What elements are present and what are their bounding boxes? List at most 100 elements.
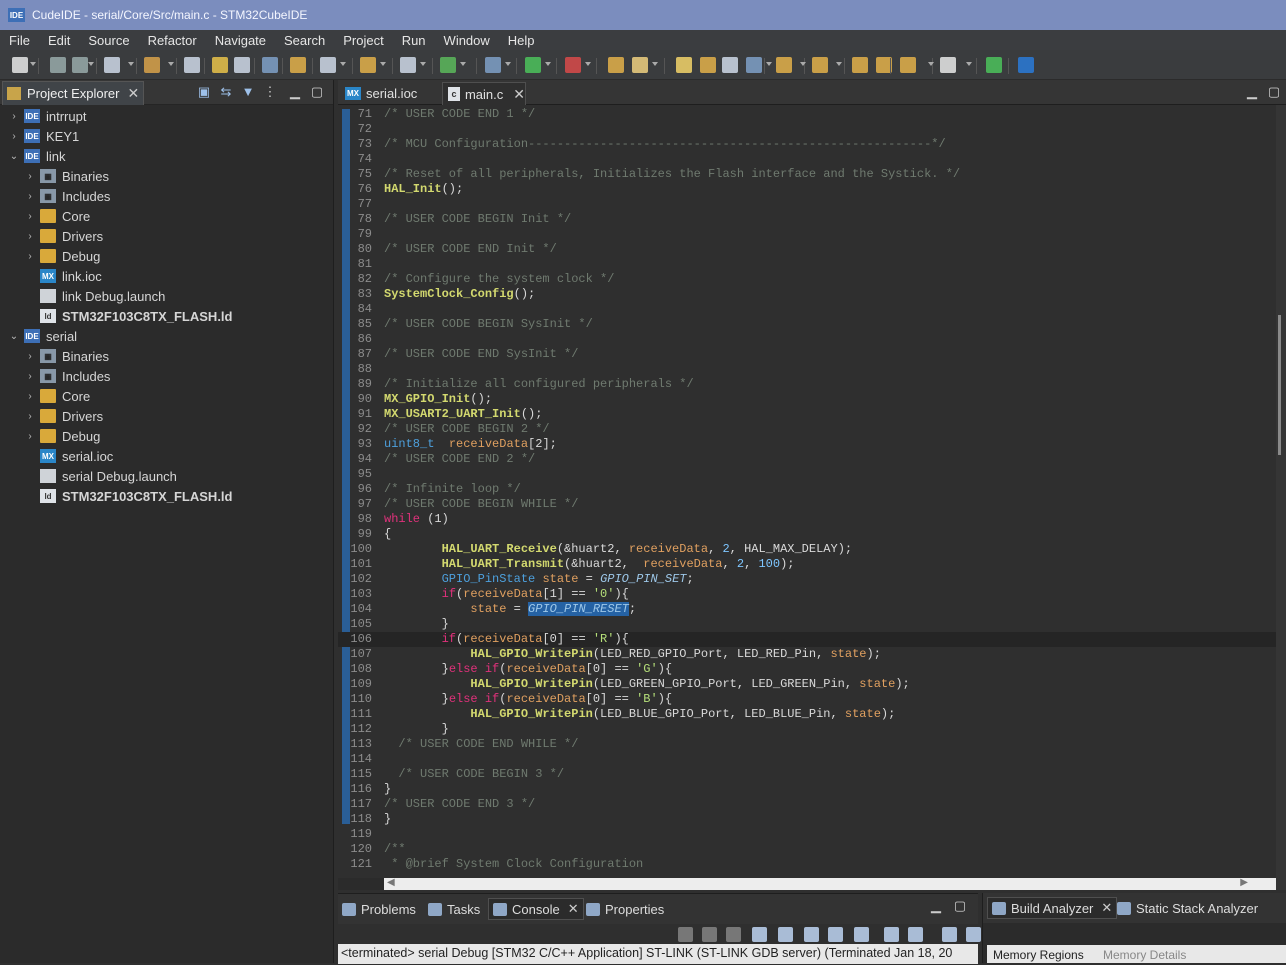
next-annotation-icon[interactable] [776, 57, 792, 73]
chevron-down-icon[interactable] [585, 62, 591, 66]
tab-main-c[interactable]: c main.c ✕ [442, 82, 526, 105]
menu-edit[interactable]: Edit [39, 33, 79, 48]
console-tool-icon[interactable] [804, 927, 819, 942]
code-line[interactable]: 82 /* Configure the system clock */ [338, 272, 1276, 287]
tab-static-stack-analyzer[interactable]: Static Stack Analyzer [1117, 897, 1258, 919]
console-tool-icon[interactable] [828, 927, 843, 942]
maximize-icon[interactable]: ▢ [1266, 84, 1282, 100]
code-line[interactable]: 102 GPIO_PinState state = GPIO_PIN_SET; [338, 572, 1276, 587]
code-line[interactable]: 74 [338, 152, 1276, 167]
settings-icon[interactable] [104, 57, 120, 73]
maximize-icon[interactable]: ▢ [952, 898, 968, 914]
menu-window[interactable]: Window [435, 33, 499, 48]
console-tool-icon[interactable] [942, 927, 957, 942]
view-menu-icon[interactable]: ⋮ [262, 84, 278, 100]
code-line[interactable]: 96 /* Infinite loop */ [338, 482, 1276, 497]
tree-item[interactable]: › ▦ Binaries [24, 346, 109, 366]
code-line[interactable]: 89 /* Initialize all configured periphera… [338, 377, 1276, 392]
code-line[interactable]: 79 [338, 227, 1276, 242]
stop-icon[interactable] [565, 57, 581, 73]
console-tool-icon[interactable] [752, 927, 767, 942]
tree-item[interactable]: › ▦ Includes [24, 366, 110, 386]
perspective-icon[interactable] [986, 57, 1002, 73]
code-line[interactable]: 72 [338, 122, 1276, 137]
tree-item[interactable]: MX serial.ioc [24, 446, 113, 466]
annotation-icon[interactable] [700, 57, 716, 73]
code-line[interactable]: 115 /* USER CODE BEGIN 3 */ [338, 767, 1276, 782]
code-line[interactable]: 93 uint8_t receiveData[2]; [338, 437, 1276, 452]
close-icon[interactable]: ✕ [1101, 900, 1112, 916]
code-line[interactable]: 116} [338, 782, 1276, 797]
chevron-down-icon[interactable]: ⌄ [8, 151, 20, 162]
code-line[interactable]: 118} [338, 812, 1276, 827]
chevron-right-icon[interactable]: › [24, 231, 36, 242]
console-tool-icon[interactable] [778, 927, 793, 942]
new-icon[interactable] [12, 57, 28, 73]
build-icon[interactable] [144, 57, 160, 73]
code-line[interactable]: 105 } [338, 617, 1276, 632]
code-line[interactable]: 92 /* USER CODE BEGIN 2 */ [338, 422, 1276, 437]
tab-problems[interactable]: Problems [342, 898, 416, 920]
subtab-memory-details[interactable]: Memory Details [1097, 945, 1186, 963]
undo-icon[interactable] [212, 57, 228, 73]
code-line[interactable]: 117 /* USER CODE END 3 */ [338, 797, 1276, 812]
maximize-icon[interactable]: ▢ [309, 84, 325, 100]
console-tool-icon[interactable] [966, 927, 981, 942]
code-line[interactable]: 91 MX_USART2_UART_Init(); [338, 407, 1276, 422]
back-icon[interactable] [852, 57, 868, 73]
tree-item[interactable]: serial Debug.launch [24, 466, 177, 486]
code-line[interactable]: 73 /* MCU Configuration------------------… [338, 137, 1276, 152]
tree-item[interactable]: ⌄ IDE link [8, 146, 66, 166]
tree-item[interactable]: ld STM32F103C8TX_FLASH.ld [24, 306, 233, 326]
code-line[interactable]: 75 /* Reset of all peripherals, Initializ… [338, 167, 1276, 182]
tab-build-analyzer[interactable]: Build Analyzer ✕ [987, 897, 1118, 919]
chevron-down-icon[interactable] [545, 62, 551, 66]
brush-icon[interactable] [632, 57, 648, 73]
close-icon[interactable]: ✕ [513, 86, 525, 103]
chevron-down-icon[interactable] [88, 62, 94, 66]
code-editor[interactable]: 71 /* USER CODE END 1 */ 72 73 /* MCU Config… [338, 105, 1276, 878]
filter-icon[interactable]: ▼ [240, 84, 256, 100]
chevron-down-icon[interactable] [128, 62, 134, 66]
code-line[interactable]: 106 if(receiveData[0] == 'R'){ [338, 632, 1276, 647]
console-tool-icon[interactable] [854, 927, 869, 942]
code-line[interactable]: 95 [338, 467, 1276, 482]
code-line[interactable]: 120 /** [338, 842, 1276, 857]
console-tool-icon[interactable] [726, 927, 741, 942]
redo-icon[interactable] [234, 57, 250, 73]
close-icon[interactable]: ✕ [127, 85, 139, 102]
collapse-all-icon[interactable]: ▣ [196, 84, 212, 100]
chevron-down-icon[interactable] [800, 62, 806, 66]
code-line[interactable]: 104 state = GPIO_PIN_RESET; [338, 602, 1276, 617]
chevron-down-icon[interactable] [460, 62, 466, 66]
tab-console[interactable]: Console ✕ [488, 898, 584, 920]
save-all-icon[interactable] [72, 57, 88, 73]
tree-item[interactable]: › Debug [24, 426, 100, 446]
pilcrow-icon[interactable] [746, 57, 762, 73]
chevron-down-icon[interactable] [340, 62, 346, 66]
code-line[interactable]: 107 HAL_GPIO_WritePin(LED_RED_GPIO_Port,… [338, 647, 1276, 662]
scroll-thumb[interactable] [1278, 315, 1281, 455]
tab-tasks[interactable]: Tasks [428, 898, 480, 920]
code-line[interactable]: 100 HAL_UART_Receive(&huart2, receiveDat… [338, 542, 1276, 557]
code-line[interactable]: 114 [338, 752, 1276, 767]
link-editor-icon[interactable]: ⇆ [218, 84, 234, 100]
code-line[interactable]: 86 [338, 332, 1276, 347]
open-folder-icon[interactable] [608, 57, 624, 73]
code-line[interactable]: 77 [338, 197, 1276, 212]
code-line[interactable]: 98 while (1) [338, 512, 1276, 527]
chevron-down-icon[interactable] [30, 62, 36, 66]
chevron-down-icon[interactable] [966, 62, 972, 66]
code-line[interactable]: 84 [338, 302, 1276, 317]
chevron-down-icon[interactable]: ⌄ [8, 331, 20, 342]
chevron-down-icon[interactable] [168, 62, 174, 66]
tab-serial-ioc[interactable]: MX serial.ioc [340, 82, 440, 105]
chevron-right-icon[interactable]: › [24, 391, 36, 402]
menu-run[interactable]: Run [393, 33, 435, 48]
tree-item[interactable]: › ▦ Binaries [24, 166, 109, 186]
chevron-right-icon[interactable]: › [8, 131, 20, 142]
console-tool-icon[interactable] [702, 927, 717, 942]
chevron-down-icon[interactable] [836, 62, 842, 66]
close-icon[interactable]: ✕ [568, 901, 579, 917]
tab-project-explorer[interactable]: Project Explorer ✕ [2, 81, 144, 105]
